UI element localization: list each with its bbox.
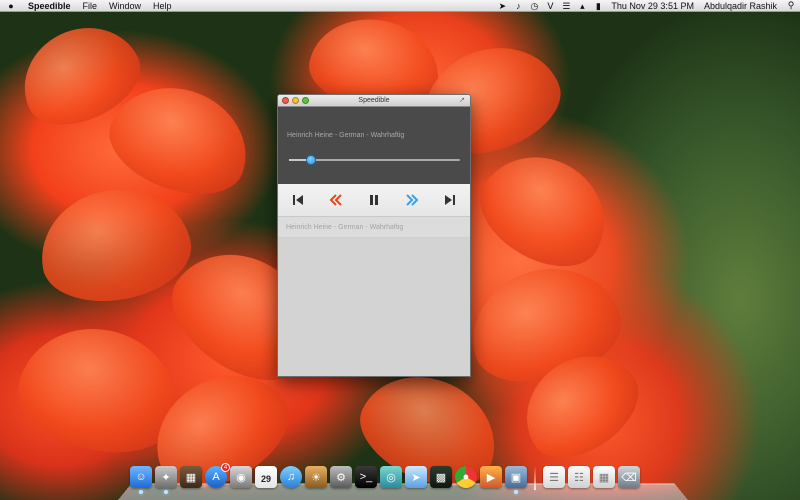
menu-help[interactable]: Help	[147, 0, 178, 12]
network-icon[interactable]: ◎	[380, 466, 402, 488]
now-playing-panel: Heinrich Heine - German - Wahrhaftig	[278, 107, 470, 184]
mission-control-icon[interactable]: ▦	[180, 466, 202, 488]
documents-stack-icon[interactable]: ☰	[543, 466, 565, 488]
app-store-badge: 4	[221, 463, 230, 472]
time-machine-icon[interactable]: ◷	[526, 0, 542, 12]
playlist-item[interactable]: Heinrich Heine - German - Wahrhaftig	[278, 217, 470, 238]
mail-send-icon[interactable]: ➤	[405, 466, 427, 488]
running-indicator	[164, 490, 168, 494]
running-indicator	[139, 490, 143, 494]
terminal-icon[interactable]: >_	[355, 466, 377, 488]
status-area: ➤ ♪ ◷ ᐯ ☰ ▴ ▮ Thu Nov 29 3:51 PM Abdulqa…	[494, 0, 800, 12]
title-bar[interactable]: Speedible ↗	[278, 95, 470, 107]
preview-icon[interactable]: ▣	[505, 466, 527, 494]
menu-bar: ● Speedible File Window Help ➤ ♪ ◷ ᐯ ☰ ▴…	[0, 0, 800, 12]
activity-monitor-icon[interactable]: ▩	[430, 466, 452, 488]
iphoto-icon[interactable]: ☀	[305, 466, 327, 488]
cursor-arrow-icon[interactable]: ➤	[494, 0, 510, 12]
rewind-button[interactable]	[326, 190, 346, 210]
pause-button[interactable]	[364, 190, 384, 210]
playback-controls	[278, 184, 470, 217]
downloads-stack-icon[interactable]: ☷	[568, 466, 590, 488]
app-store-icon[interactable]: A4	[205, 463, 230, 488]
trash-icon[interactable]: ⌫	[618, 466, 640, 488]
calendar-icon[interactable]: 29	[255, 466, 277, 488]
playlist-area[interactable]	[278, 238, 470, 376]
bluetooth-icon[interactable]: ᐯ	[542, 0, 558, 12]
clock[interactable]: Thu Nov 29 3:51 PM	[606, 0, 699, 12]
rewind-icon	[329, 194, 342, 206]
fast-forward-button[interactable]	[402, 190, 422, 210]
spotlight-search-icon[interactable]: ⚲	[782, 0, 800, 11]
fullscreen-icon[interactable]: ↗	[458, 97, 466, 105]
next-track-button[interactable]	[440, 190, 460, 210]
launchpad-icon[interactable]: ✦	[155, 466, 177, 494]
user-name[interactable]: Abdulqadir Rashik	[699, 0, 782, 12]
running-indicator	[514, 490, 518, 494]
speedible-window: Speedible ↗ Heinrich Heine - German - Wa…	[277, 94, 471, 377]
progress-knob[interactable]	[306, 155, 317, 165]
media-player-icon[interactable]: ▶	[480, 466, 502, 488]
previous-track-button[interactable]	[288, 190, 308, 210]
camera-icon[interactable]: ◉	[230, 466, 252, 488]
flower-petal	[463, 134, 627, 286]
menu-window[interactable]: Window	[103, 0, 147, 12]
dock: ☺ ✦ ▦ A4 ◉ 29 ♫ ☀ ⚙ >_ ◎ ➤ ▩ ● ▶ ▣ ☰ ☷ ▦…	[118, 462, 688, 500]
itunes-icon[interactable]: ♫	[280, 466, 302, 488]
dock-icons: ☺ ✦ ▦ A4 ◉ 29 ♫ ☀ ⚙ >_ ◎ ➤ ▩ ● ▶ ▣ ☰ ☷ ▦…	[130, 463, 640, 494]
volume-icon[interactable]: ▴	[574, 0, 590, 12]
finder-icon[interactable]: ☺	[130, 466, 152, 494]
fast-forward-icon	[406, 194, 419, 206]
pause-icon	[370, 195, 378, 205]
chrome-icon[interactable]: ●	[455, 466, 477, 488]
window-title: Speedible	[358, 96, 390, 104]
applications-stack-icon[interactable]: ▦	[593, 466, 615, 488]
system-preferences-icon[interactable]: ⚙	[330, 466, 352, 488]
dock-separator	[534, 466, 536, 490]
progress-slider[interactable]	[289, 155, 460, 165]
menu-app-name[interactable]: Speedible	[22, 0, 77, 12]
current-track-title: Heinrich Heine - German - Wahrhaftig	[287, 132, 405, 139]
wifi-icon[interactable]: ☰	[558, 0, 574, 12]
menu-file[interactable]: File	[77, 0, 104, 12]
music-note-icon[interactable]: ♪	[510, 0, 526, 12]
skip-back-icon	[293, 195, 303, 205]
battery-icon[interactable]: ▮	[590, 0, 606, 12]
skip-forward-icon	[445, 195, 455, 205]
apple-menu-icon[interactable]: ●	[0, 1, 22, 11]
calendar-day: 29	[260, 474, 271, 484]
